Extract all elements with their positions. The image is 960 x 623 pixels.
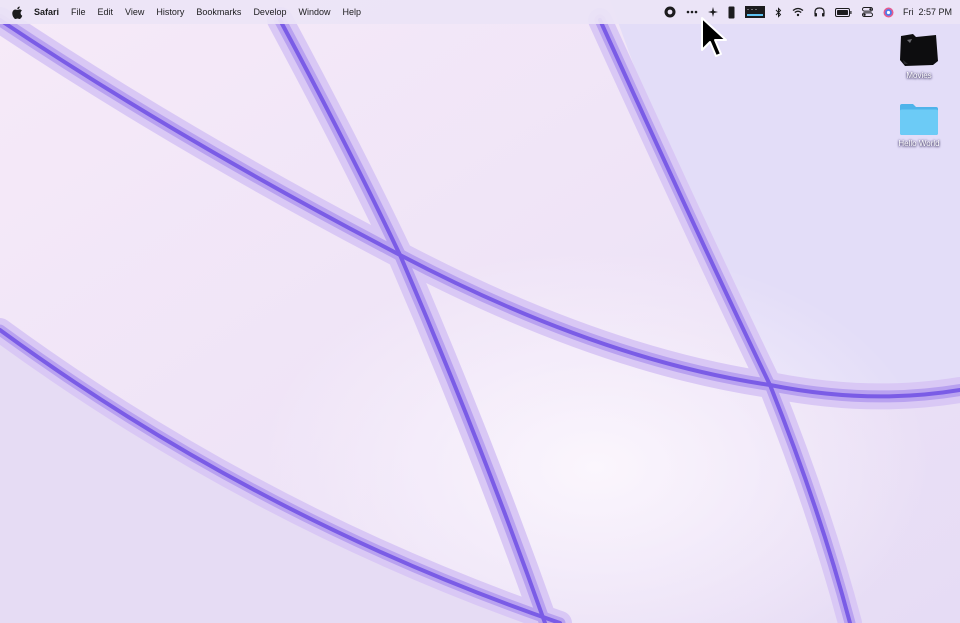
desktop: Safari File Edit View History Bookmarks …: [0, 0, 960, 623]
menu-help[interactable]: Help: [336, 0, 367, 24]
wallpaper: [0, 0, 960, 623]
menu-develop[interactable]: Develop: [247, 0, 292, 24]
display-meter-icon[interactable]: [744, 0, 765, 24]
mouse-pointer-icon: [701, 17, 727, 57]
battery-icon[interactable]: [834, 0, 852, 24]
clock-time: 2:57 PM: [918, 7, 952, 17]
desktop-item-label: Hello World: [898, 139, 940, 148]
wifi-icon[interactable]: [792, 0, 804, 24]
menu-bar-left: Safari File Edit View History Bookmarks …: [0, 0, 367, 24]
desktop-item-label: Movies: [906, 71, 932, 80]
menu-app-safari[interactable]: Safari: [32, 0, 65, 24]
apple-menu-icon[interactable]: [11, 5, 23, 19]
menu-edit[interactable]: Edit: [92, 0, 120, 24]
desktop-item-hello-world[interactable]: Hello World: [887, 102, 951, 148]
siri-icon[interactable]: [883, 0, 894, 24]
menu-bar-clock[interactable]: Fri 2:57 PM: [903, 7, 952, 17]
movies-folder-icon: [900, 34, 938, 66]
clock-day: Fri: [902, 7, 914, 17]
control-center-icon[interactable]: [861, 0, 873, 24]
headphones-icon[interactable]: [814, 0, 825, 24]
menu-file[interactable]: File: [65, 0, 92, 24]
desktop-item-movies[interactable]: Movies: [887, 30, 951, 80]
menu-view[interactable]: View: [119, 0, 150, 24]
menu-history[interactable]: History: [150, 0, 190, 24]
more-icon[interactable]: [686, 0, 698, 24]
record-icon[interactable]: [664, 0, 676, 24]
folder-icon: [900, 104, 938, 135]
menu-window[interactable]: Window: [292, 0, 336, 24]
menu-bookmarks[interactable]: Bookmarks: [190, 0, 247, 24]
menu-bar: Safari File Edit View History Bookmarks …: [0, 0, 960, 24]
bluetooth-icon[interactable]: [775, 0, 782, 24]
